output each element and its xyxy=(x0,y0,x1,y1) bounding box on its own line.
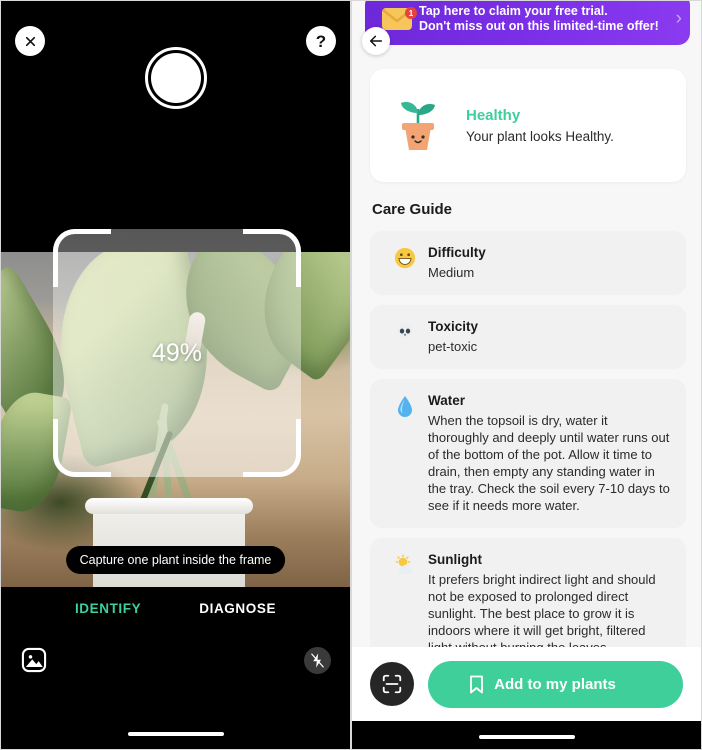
grinning-face-emoji xyxy=(394,247,416,269)
water-drop-emoji xyxy=(398,396,412,417)
promo-text: Tap here to claim your free trial. Don't… xyxy=(419,4,670,34)
camera-screen: 49% ? Capture one plant inside the frame… xyxy=(0,0,351,750)
sunlight-body: Sunlight It prefers bright indirect ligh… xyxy=(428,552,670,656)
bottom-safe-area xyxy=(352,721,701,749)
toxicity-body: Toxicity pet-toxic xyxy=(428,319,670,355)
scan-corner-top-left xyxy=(53,229,111,287)
shutter-button[interactable] xyxy=(144,47,207,109)
gallery-icon xyxy=(21,647,47,673)
difficulty-body: Difficulty Medium xyxy=(428,245,670,281)
back-arrow-icon xyxy=(369,35,383,47)
promo-banner[interactable]: 1 Tap here to claim your free trial. Don… xyxy=(365,1,690,45)
health-status-title: Healthy xyxy=(466,107,521,124)
scan-frame-icon xyxy=(382,674,402,694)
sun-behind-cloud-emoji xyxy=(395,554,413,574)
close-button[interactable] xyxy=(15,26,45,56)
scan-corner-top-right xyxy=(243,229,301,287)
scan-frame: 49% xyxy=(53,229,301,477)
promo-badge: 1 xyxy=(405,7,417,19)
health-text: Healthy Your plant looks Healthy. xyxy=(466,107,614,144)
promo-line-2: Don't miss out on this limited-time offe… xyxy=(419,19,659,33)
scan-progress-percent: 49% xyxy=(151,339,203,367)
add-button-label: Add to my plants xyxy=(494,675,616,693)
scan-corner-bottom-right xyxy=(243,419,301,477)
chevron-right-icon[interactable]: › xyxy=(670,8,682,30)
health-status-card: Healthy Your plant looks Healthy. xyxy=(370,69,686,182)
care-item-title: Difficulty xyxy=(428,245,486,260)
care-item-difficulty: Difficulty Medium xyxy=(370,231,686,295)
home-indicator xyxy=(127,732,224,736)
care-item-water: Water When the topsoil is dry, water it … xyxy=(370,379,686,528)
result-action-bar: Add to my plants xyxy=(352,647,701,721)
help-icon: ? xyxy=(315,31,327,51)
bookmark-icon xyxy=(470,675,484,693)
skull-emoji xyxy=(397,323,413,338)
camera-mode-tabs: IDENTIFY DIAGNOSE xyxy=(1,601,350,616)
care-item-toxicity: Toxicity pet-toxic xyxy=(370,305,686,369)
health-status-message: Your plant looks Healthy. xyxy=(466,129,614,144)
tab-diagnose[interactable]: DIAGNOSE xyxy=(199,601,276,616)
promo-line-1: Tap here to claim your free trial. xyxy=(419,4,608,18)
toxicity-icon-wrap xyxy=(382,319,428,355)
flash-off-icon xyxy=(311,653,324,668)
capture-hint: Capture one plant inside the frame xyxy=(65,546,286,574)
add-to-my-plants-button[interactable]: Add to my plants xyxy=(428,660,683,708)
care-item-description: Medium xyxy=(428,265,475,280)
care-item-description: pet-toxic xyxy=(428,339,478,354)
camera-controls: IDENTIFY DIAGNOSE xyxy=(1,587,350,749)
water-icon-wrap xyxy=(382,393,428,514)
care-item-description: It prefers bright indirect light and sho… xyxy=(428,572,656,655)
tab-identify[interactable]: IDENTIFY xyxy=(75,601,141,616)
back-button[interactable] xyxy=(362,27,390,55)
help-button[interactable]: ? xyxy=(306,26,336,56)
result-screen: 1 Tap here to claim your free trial. Don… xyxy=(351,0,702,750)
gallery-button[interactable] xyxy=(20,646,48,674)
care-item-title: Sunlight xyxy=(428,552,482,567)
home-indicator xyxy=(478,735,575,739)
dual-screenshot-stage: 49% ? Capture one plant inside the frame… xyxy=(0,0,702,750)
potted-seedling-icon xyxy=(401,101,435,150)
care-guide-heading: Care Guide xyxy=(372,201,453,218)
plant-illustration-wrap xyxy=(370,95,466,157)
flash-toggle-button[interactable] xyxy=(304,647,331,674)
care-item-title: Toxicity xyxy=(428,319,479,334)
difficulty-icon-wrap xyxy=(382,245,428,281)
sunlight-icon-wrap xyxy=(382,552,428,656)
care-item-title: Water xyxy=(428,393,466,408)
scan-corner-bottom-left xyxy=(53,419,111,477)
rescan-button[interactable] xyxy=(370,662,414,706)
care-guide-list: Difficulty Medium Toxicity pet-toxic Wat… xyxy=(370,231,686,680)
care-item-description: When the topsoil is dry, water it thorou… xyxy=(428,413,670,513)
close-icon xyxy=(25,36,35,46)
water-body: Water When the topsoil is dry, water it … xyxy=(428,393,670,514)
